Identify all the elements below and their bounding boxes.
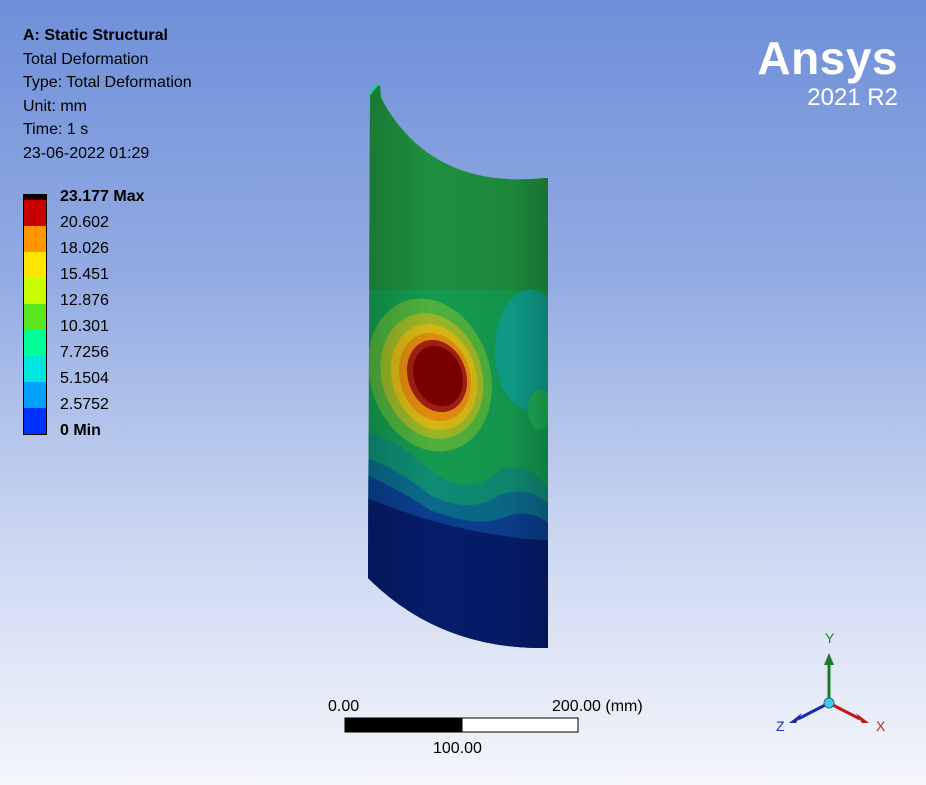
scale-start-label: 0.00 <box>328 698 360 715</box>
triad-y-label: Y <box>825 630 835 646</box>
coordinate-triad[interactable]: Y X Z <box>770 625 900 745</box>
triad-z-label: Z <box>776 718 785 734</box>
scale-end-label: 200.00 (mm) <box>552 698 643 715</box>
triad-x-label: X <box>876 718 886 734</box>
scale-mid-label: 100.00 <box>433 740 482 757</box>
